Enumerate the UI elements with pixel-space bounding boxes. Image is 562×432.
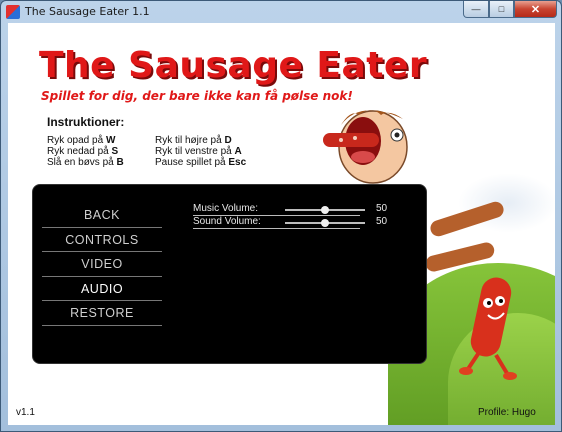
instructions-right-column: Ryk til højre på D Ryk til venstre på A … xyxy=(155,135,246,168)
music-volume-value: 50 xyxy=(376,203,388,214)
divider xyxy=(193,228,360,229)
close-button[interactable]: ✕ xyxy=(514,1,557,18)
settings-panel: BACK CONTROLS VIDEO AUDIO RESTORE Music … xyxy=(32,184,427,364)
app-window: The Sausage Eater 1.1 — □ ✕ The Sausage … xyxy=(0,0,562,432)
maximize-button[interactable]: □ xyxy=(489,1,514,18)
instruction-up: Ryk opad på W xyxy=(47,135,116,146)
menu-item-controls[interactable]: CONTROLS xyxy=(42,228,162,253)
sound-volume-value: 50 xyxy=(376,216,388,227)
sound-volume-slider[interactable] xyxy=(285,219,365,227)
music-volume-slider[interactable] xyxy=(285,206,365,214)
minimize-button[interactable]: — xyxy=(463,1,489,18)
sound-volume-thumb[interactable] xyxy=(321,219,329,227)
sound-volume-label: Sound Volume: xyxy=(193,216,261,227)
instruction-down: Ryk nedad på S xyxy=(47,146,119,157)
game-subtitle: Spillet for dig, der bare ikke kan få pø… xyxy=(41,89,353,103)
music-volume-label: Music Volume: xyxy=(193,203,259,214)
title-bar[interactable]: The Sausage Eater 1.1 — □ ✕ xyxy=(1,1,561,23)
instructions-heading: Instruktioner: xyxy=(47,115,125,129)
music-volume-thumb[interactable] xyxy=(321,206,329,214)
window-controls: — □ ✕ xyxy=(463,1,557,19)
menu-item-audio[interactable]: AUDIO xyxy=(42,277,162,302)
sausages-illustration xyxy=(425,201,504,272)
sausage-eater-character xyxy=(323,110,408,184)
settings-menu: BACK CONTROLS VIDEO AUDIO RESTORE xyxy=(42,203,162,326)
menu-item-back[interactable]: BACK xyxy=(42,203,162,228)
instruction-burp: Slå en bøvs på B xyxy=(47,157,124,168)
menu-item-video[interactable]: VIDEO xyxy=(42,252,162,277)
game-logo: The Sausage Eater xyxy=(39,45,428,86)
profile-label: Profile: Hugo xyxy=(478,407,536,418)
instruction-right: Ryk til højre på D xyxy=(155,135,232,146)
version-label: v1.1 xyxy=(16,407,35,418)
menu-item-restore[interactable]: RESTORE xyxy=(42,301,162,326)
game-canvas: The Sausage Eater Spillet for dig, der b… xyxy=(8,23,555,425)
app-icon xyxy=(6,5,20,19)
window-title: The Sausage Eater 1.1 xyxy=(25,5,150,18)
running-sausage-mascot xyxy=(459,277,517,380)
instruction-pause: Pause spillet på Esc xyxy=(155,157,247,168)
instructions-left-column: Ryk opad på W Ryk nedad på S Slå en bøvs… xyxy=(47,135,124,168)
instruction-left: Ryk til venstre på A xyxy=(155,146,242,157)
